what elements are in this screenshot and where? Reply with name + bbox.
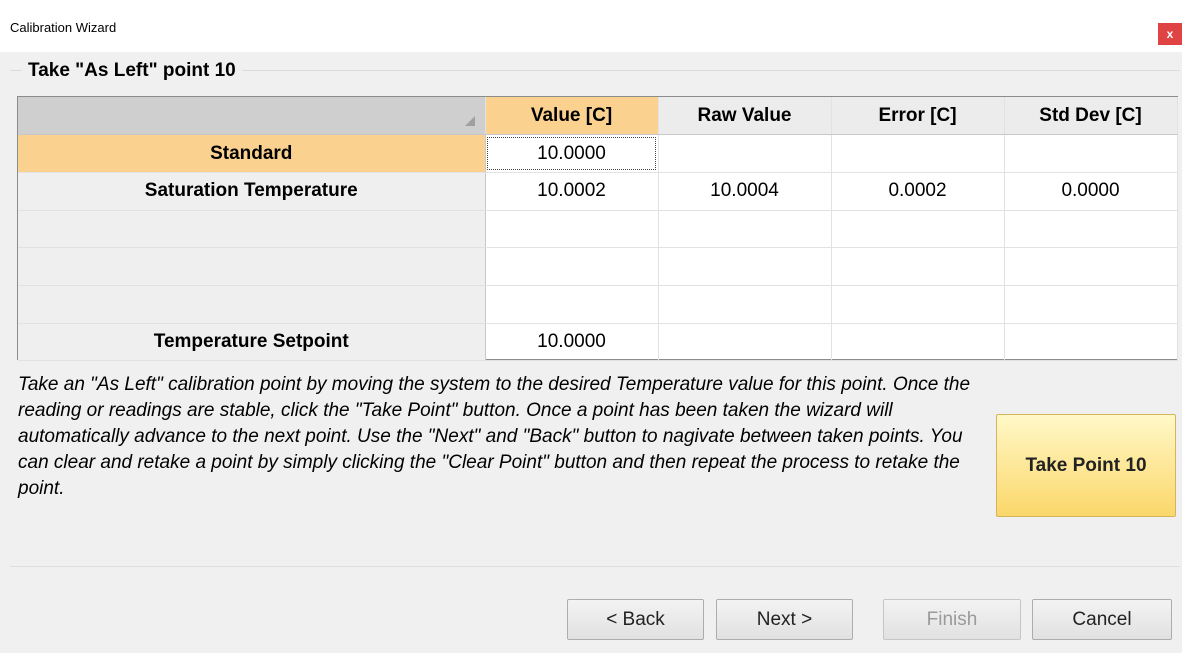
table-row [18, 247, 1178, 286]
row-header[interactable] [18, 247, 486, 286]
table-cell[interactable] [1004, 134, 1178, 173]
column-header[interactable]: Value [C] [485, 97, 659, 136]
table-cell[interactable]: 10.0000 [485, 323, 659, 362]
table-row [18, 285, 1178, 324]
table-cell[interactable] [658, 210, 832, 249]
table-row: Standard 10.0000 [18, 134, 1178, 173]
column-header[interactable]: Raw Value [658, 97, 832, 136]
table-cell[interactable]: 10.0004 [658, 172, 832, 211]
table-cell[interactable] [831, 210, 1005, 249]
table-cell[interactable] [485, 285, 659, 324]
table-cell[interactable] [658, 285, 832, 324]
table-cell[interactable] [831, 134, 1005, 173]
instructions-text: Take an "As Left" calibration point by m… [18, 374, 971, 499]
row-header[interactable] [18, 285, 486, 324]
table-cell[interactable]: 10.0000 [485, 134, 659, 173]
table-cell[interactable]: 0.0000 [1004, 172, 1178, 211]
table-cell[interactable] [1004, 285, 1178, 324]
close-icon: x [1166, 27, 1174, 41]
table-cell[interactable] [658, 323, 832, 362]
row-header[interactable] [18, 210, 486, 249]
table-row [18, 210, 1178, 249]
table-cell[interactable]: 0.0002 [831, 172, 1005, 211]
row-header[interactable]: Temperature Setpoint [18, 323, 486, 362]
calibration-grid[interactable]: Value [C] Raw Value Error [C] Std Dev [C… [17, 96, 1178, 362]
table-cell[interactable] [658, 247, 832, 286]
take-point-button[interactable]: Take Point 10 [996, 414, 1176, 517]
sort-corner-icon [464, 116, 475, 127]
back-button[interactable]: < Back [567, 599, 704, 640]
table-cell[interactable] [831, 323, 1005, 362]
column-header[interactable]: Error [C] [831, 97, 1005, 136]
table-row: Temperature Setpoint 10.0000 [18, 323, 1178, 362]
grid-header-row: Value [C] Raw Value Error [C] Std Dev [C… [18, 97, 1178, 136]
group-title: Take "As Left" point 10 [22, 60, 242, 82]
table-row: Saturation Temperature 10.0002 10.0004 0… [18, 172, 1178, 211]
table-cell[interactable] [831, 247, 1005, 286]
table-cell[interactable] [485, 210, 659, 249]
table-cell[interactable] [658, 134, 832, 173]
row-header[interactable]: Saturation Temperature [18, 172, 486, 211]
close-button[interactable]: x [1158, 23, 1182, 45]
table-cell[interactable] [831, 285, 1005, 324]
column-header[interactable]: Std Dev [C] [1004, 97, 1178, 136]
table-cell[interactable]: 10.0002 [485, 172, 659, 211]
window-title: Calibration Wizard [10, 20, 117, 35]
row-header[interactable]: Standard [18, 134, 486, 173]
cancel-button[interactable]: Cancel [1032, 599, 1172, 640]
finish-button[interactable]: Finish [883, 599, 1021, 640]
table-cell[interactable] [1004, 247, 1178, 286]
grid-corner[interactable] [18, 97, 486, 136]
table-cell[interactable] [1004, 323, 1178, 362]
divider [10, 566, 1180, 567]
title-bar: Calibration Wizard x [0, 0, 1182, 52]
next-button[interactable]: Next > [716, 599, 853, 640]
table-cell[interactable] [1004, 210, 1178, 249]
table-cell[interactable] [485, 247, 659, 286]
